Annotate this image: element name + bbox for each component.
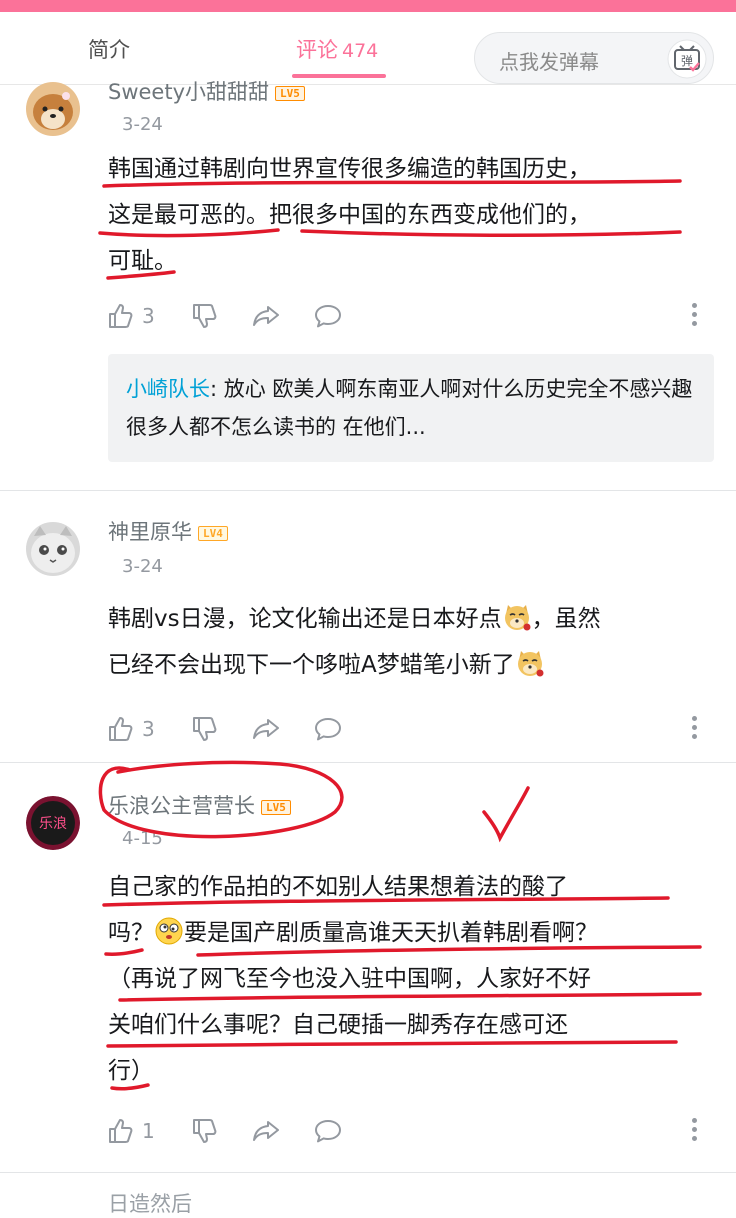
comment-line: （再说了网飞至今也没入驻中国啊，人家好不好 [108, 966, 591, 992]
like-button[interactable]: 3 [106, 299, 155, 333]
share-button[interactable] [250, 712, 282, 746]
dislike-button[interactable] [190, 712, 220, 746]
reply-text: : 放心 欧美人啊东南亚人啊对什么历史完全不感兴趣 很多人都不怎么读书的 在他们… [126, 377, 693, 439]
comment-line: 可耻。 [108, 248, 177, 274]
level-badge: LV5 [275, 85, 305, 101]
comment-line: 已经不会出现下一个哆啦A梦蜡笔小新了 [108, 642, 708, 688]
avatar-text: 乐浪 [39, 816, 67, 832]
divider [0, 490, 736, 491]
doge-emoji-icon [504, 605, 531, 631]
comment-line: 韩剧vs日漫，论文化输出还是日本好点 ，虽然 [108, 596, 708, 642]
svg-text:弹: 弹 [681, 54, 693, 68]
comment-actions: 1 [106, 1114, 726, 1148]
thumbs-up-icon [109, 717, 133, 741]
tab-intro[interactable]: 简介 [88, 34, 130, 64]
avatar[interactable]: 乐浪 [26, 796, 80, 850]
avatar[interactable] [26, 82, 80, 136]
danmaku-placeholder: 点我发弹幕 [499, 50, 599, 74]
comment-date: 3-24 [122, 114, 163, 135]
tab-comments[interactable]: 评论 474 [296, 34, 378, 64]
share-icon [253, 719, 279, 739]
username[interactable]: 神里原华 LV4 [108, 516, 228, 546]
thumbs-down-icon [193, 1119, 217, 1143]
more-options-icon[interactable] [692, 1118, 698, 1145]
tab-comments-label: 评论 [296, 38, 338, 62]
level-badge: LV4 [198, 525, 228, 541]
danmaku-input[interactable]: 点我发弹幕 弹 [474, 32, 714, 84]
comment-line: 韩国通过韩剧向世界宣传很多编造的韩国历史， [108, 156, 591, 182]
comment-text: 韩国通过韩剧向世界宣传很多编造的韩国历史， 这是最可恶的。把很多中国的东西变成他… [108, 146, 708, 284]
comment-line: 吗？ 要是国产剧质量高谁天天扒着韩剧看啊？ [108, 910, 708, 956]
dislike-button[interactable] [190, 1114, 220, 1148]
reply-button[interactable] [312, 299, 344, 333]
share-icon [253, 1121, 279, 1141]
comment-line: 自己家的作品拍的不如别人结果想着法的酸了 [108, 874, 568, 900]
username[interactable]: 乐浪公主营营长 LV5 [108, 790, 291, 820]
comment-icon [315, 1120, 341, 1143]
dislike-button[interactable] [190, 299, 220, 333]
comment-icon [315, 305, 341, 328]
username-text: 日造然后 [108, 1192, 192, 1216]
like-count: 1 [142, 1119, 155, 1143]
comment-text: 自己家的作品拍的不如别人结果想着法的酸了 吗？ 要是国产剧质量高谁天天扒着韩剧看啊… [108, 864, 708, 1094]
reply-button[interactable] [312, 712, 344, 746]
comment-line: 这是最可恶的。把很多中国的东西变成他们的， [108, 202, 591, 228]
doge-emoji-icon [517, 651, 544, 677]
username[interactable]: Sweety小甜甜甜 LV5 [108, 76, 305, 106]
share-icon [253, 306, 279, 326]
thumbs-down-icon [193, 717, 217, 741]
dizzy-emoji-icon [155, 917, 183, 945]
reply-preview[interactable]: 小崎队长: 放心 欧美人啊东南亚人啊对什么历史完全不感兴趣 很多人都不怎么读书的… [108, 354, 714, 462]
comment-actions: 3 [106, 712, 726, 746]
comment-text: 韩剧vs日漫，论文化输出还是日本好点 ，虽然 已经不会出现下一个哆啦A梦蜡笔小新了 [108, 596, 708, 688]
check-mark [482, 786, 530, 843]
comment-date: 3-24 [122, 556, 163, 577]
share-button[interactable] [250, 299, 282, 333]
level-badge: LV5 [261, 799, 291, 815]
more-options-icon[interactable] [692, 303, 698, 330]
comment-line: 行） [108, 1058, 154, 1084]
thumbs-up-icon [109, 1119, 133, 1143]
thumbs-up-icon [109, 304, 133, 328]
active-tab-indicator [292, 74, 386, 78]
tab-bar: 简介 评论 474 点我发弹幕 弹 [0, 12, 736, 85]
divider [0, 762, 736, 763]
divider [0, 1172, 736, 1173]
username-text: 乐浪公主营营长 [108, 794, 255, 818]
avatar[interactable] [26, 522, 80, 576]
username-text: Sweety小甜甜甜 [108, 80, 270, 104]
comment-line: 关咱们什么事呢？自己硬插一脚秀存在感可还 [108, 1012, 568, 1038]
like-button[interactable]: 1 [106, 1114, 155, 1148]
comment-actions: 3 [106, 299, 726, 333]
like-button[interactable]: 3 [106, 712, 155, 746]
username-text: 神里原华 [108, 520, 192, 544]
danmaku-send-icon[interactable]: 弹 [667, 39, 707, 79]
comment-count: 474 [342, 40, 379, 62]
share-button[interactable] [250, 1114, 282, 1148]
username[interactable]: 日造然后 [108, 1188, 192, 1218]
top-accent-bar [0, 0, 736, 12]
like-count: 3 [142, 304, 155, 328]
thumbs-down-icon [193, 304, 217, 328]
like-count: 3 [142, 717, 155, 741]
more-options-icon[interactable] [692, 716, 698, 743]
comment-date: 4-15 [122, 828, 163, 849]
reply-button[interactable] [312, 1114, 344, 1148]
reply-author[interactable]: 小崎队长 [126, 377, 210, 401]
comment-icon [315, 718, 341, 741]
